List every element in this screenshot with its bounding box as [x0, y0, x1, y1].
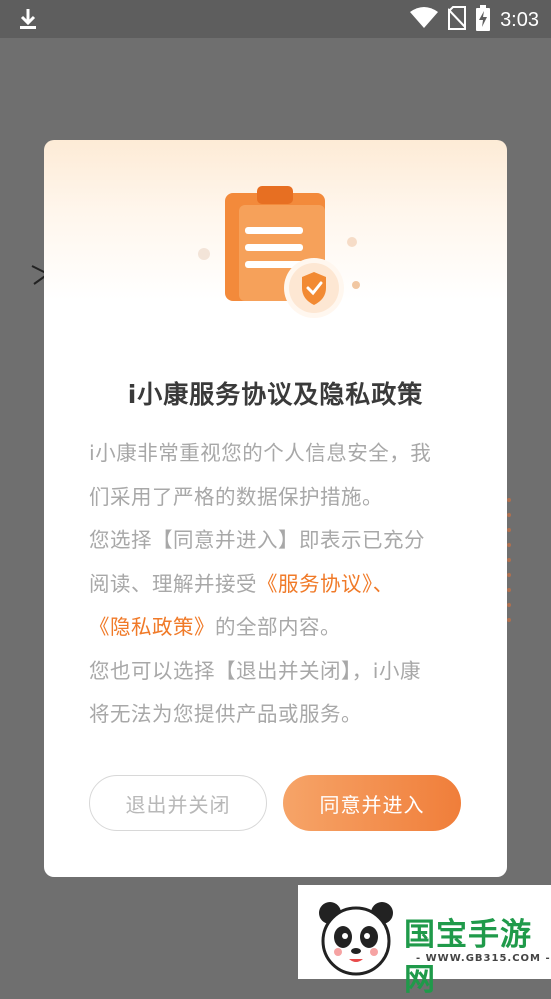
body-line: 您也可以选择【退出并关闭】，i小康: [89, 658, 421, 683]
body-line: 将无法为您提供产品或服务。: [89, 702, 362, 726]
status-bar: 3:03: [0, 0, 551, 38]
battery-charging-icon: [476, 5, 491, 35]
watermark-url: - WWW.GB315.COM -: [416, 953, 551, 964]
dialog-title: i小康服务协议及隐私政策: [127, 380, 424, 409]
body-line: 阅读、理解并接受《服务协议》、: [89, 563, 469, 607]
clipboard-shield-icon: [194, 178, 364, 328]
status-time: 3:03: [500, 8, 539, 31]
body-text: 的全部内容。: [215, 615, 341, 639]
body-line: 您选择【同意并进入】即表示已充分: [89, 528, 425, 552]
service-agreement-link[interactable]: 《服务协议》: [257, 572, 373, 596]
privacy-policy-link[interactable]: 《隐私政策》: [89, 615, 215, 639]
dialog-body: i小康非常重视您的个人信息安全，我 们采用了严格的数据保护措施。 您选择【同意并…: [89, 432, 469, 737]
body-text: 阅读、理解并接受: [89, 571, 257, 596]
panda-logo-icon: [316, 899, 396, 981]
watermark: 国宝手游网 - WWW.GB315.COM -: [298, 885, 551, 998]
body-line: 《隐私政策》的全部内容。: [89, 606, 469, 650]
body-line: i小康非常重视您的个人信息安全，我: [89, 441, 432, 465]
download-icon: [18, 7, 38, 35]
exit-and-close-button[interactable]: 退出并关闭: [89, 775, 267, 831]
privacy-policy-dialog: i小康服务协议及隐私政策 i小康非常重视您的个人信息安全，我 们采用了严格的数据…: [44, 140, 507, 877]
agree-and-enter-button[interactable]: 同意并进入: [283, 775, 461, 831]
body-line: 们采用了严格的数据保护措施。: [89, 484, 383, 509]
wifi-icon: [410, 7, 439, 33]
link-separator: 、: [372, 571, 394, 596]
no-sim-icon: [447, 6, 467, 34]
